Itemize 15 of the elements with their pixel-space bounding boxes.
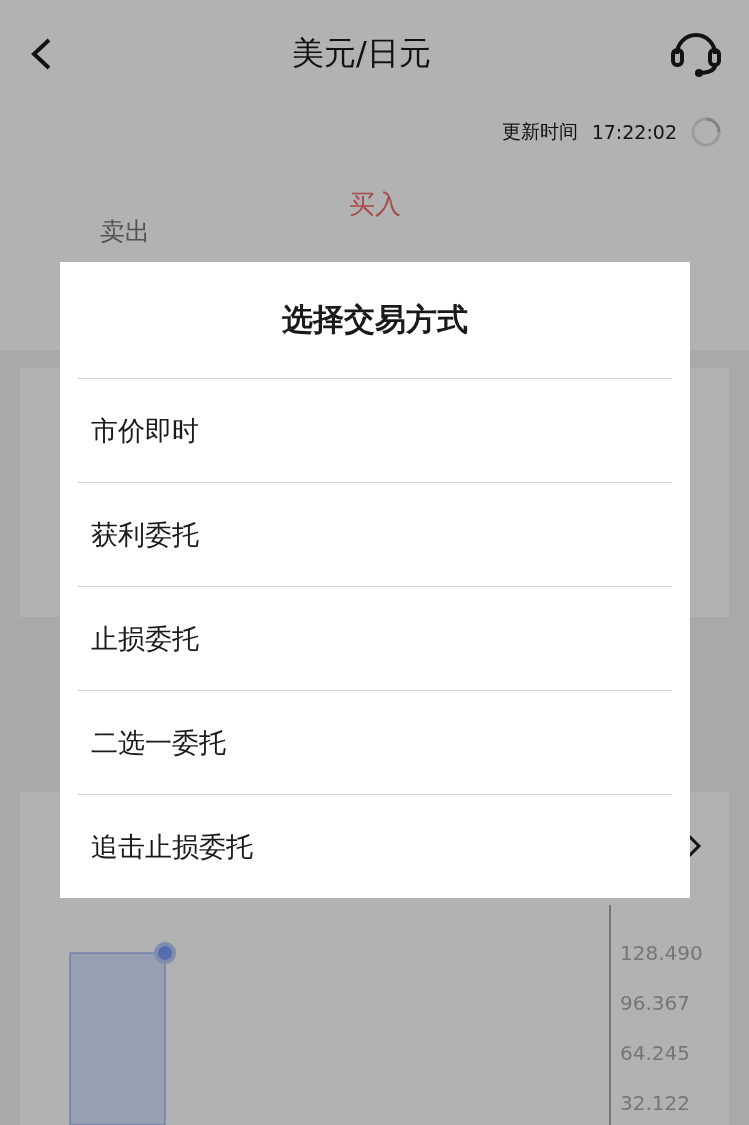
back-icon <box>30 37 52 71</box>
sell-label: 卖出 <box>100 216 150 248</box>
axis-label: 32.122 <box>620 1091 690 1115</box>
dialog-title: 选择交易方式 <box>281 300 469 339</box>
update-label: 更新时间 <box>501 118 578 144</box>
axis-label: 64.245 <box>620 1041 690 1065</box>
headset-icon <box>671 30 721 78</box>
axis-label: 128.490 <box>620 941 703 965</box>
back-button[interactable] <box>30 37 52 71</box>
update-time: 17:22:02 <box>591 120 677 143</box>
support-button[interactable] <box>671 30 721 78</box>
chevron-right-icon[interactable] <box>687 834 701 858</box>
buy-label: 买入 <box>349 188 401 221</box>
axis-label: 96.367 <box>620 991 690 1015</box>
page-title: 美元/日元 <box>292 33 431 74</box>
